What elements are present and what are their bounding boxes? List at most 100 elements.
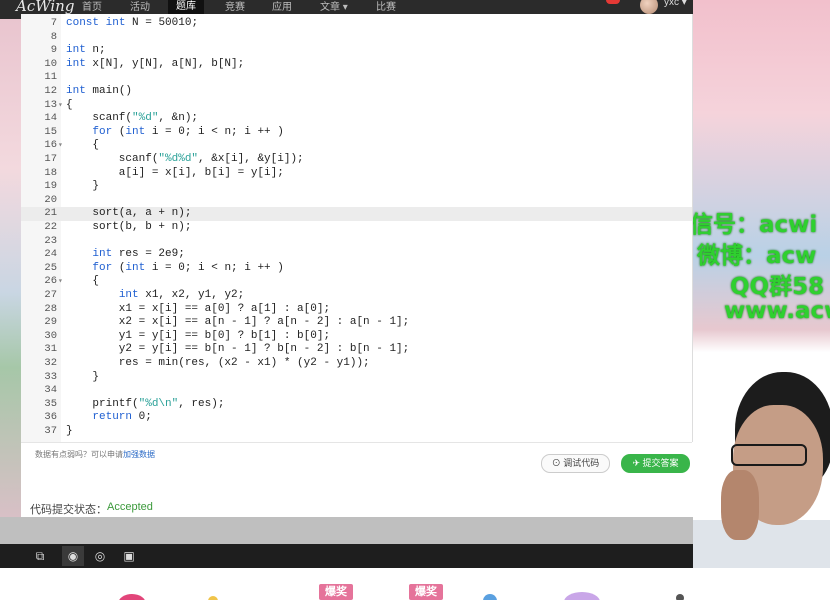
site-logo[interactable]: AcWing: [16, 0, 74, 15]
code-line[interactable]: 12 int main(): [21, 85, 692, 99]
submit-answer-button[interactable]: ✈ 提交答案: [621, 454, 690, 473]
code-line[interactable]: 18 a[i] = x[i], b[i] = y[i];: [21, 167, 692, 181]
code-line[interactable]: 27 int x1, x2, y1, y2;: [21, 289, 692, 303]
code-line[interactable]: 29 x2 = x[i] == a[n - 1] ? a[n - 2] : a[…: [21, 316, 692, 330]
code-line[interactable]: 9 int n;: [21, 44, 692, 58]
code-text: return 0;: [92, 411, 152, 424]
code-text: }: [66, 370, 100, 383]
code-line[interactable]: 22 sort(b, b + n);: [21, 221, 692, 235]
code-text: {: [66, 98, 73, 111]
line-number: 32: [44, 357, 57, 369]
fold-toggle-icon[interactable]: ▾: [58, 99, 63, 113]
code-line[interactable]: 33 }: [21, 371, 692, 385]
code-text: int n;: [66, 44, 106, 57]
code-line[interactable]: 10 int x[N], y[N], a[N], b[N];: [21, 58, 692, 72]
line-number: 16: [44, 139, 57, 152]
line-number: 31: [44, 343, 57, 356]
code-line[interactable]: 23: [21, 235, 692, 249]
sticker-decoration: [483, 594, 497, 600]
task-view-icon[interactable]: ⧉: [32, 548, 48, 564]
webcam-overlay: 微信号：acwi 微博：acw QQ群58 www.acw: [693, 0, 830, 568]
fold-toggle-icon[interactable]: ▾: [58, 139, 63, 153]
code-text: scanf("%d", &n);: [66, 112, 199, 125]
code-text: {: [66, 275, 100, 288]
line-number: 33: [44, 370, 57, 383]
code-line[interactable]: 13 ▾{: [21, 99, 692, 113]
nav-match[interactable]: 比赛: [376, 0, 396, 13]
strengthen-data-link[interactable]: 加强数据: [123, 450, 155, 459]
code-text: y2 = y[i] == b[n - 1] ? b[n - 2] : b[n -…: [66, 343, 410, 356]
code-text: int x[N], y[N], a[N], b[N];: [66, 57, 245, 70]
sticker-decoration: [118, 594, 146, 600]
avatar[interactable]: [640, 0, 658, 14]
code-text: res = min(res, (x2 - x1) * (y2 - y1));: [66, 357, 370, 369]
code-line[interactable]: 20: [21, 194, 692, 208]
code-editor[interactable]: 7 const int N = 50010; 8 9 int n; 10 int x[N],…: [21, 14, 693, 442]
code-line[interactable]: 37}: [21, 425, 692, 439]
status-value: Accepted: [107, 501, 153, 513]
nav-articles[interactable]: 文章 ▾: [320, 0, 348, 13]
debug-code-button[interactable]: ⊙ 调试代码: [541, 454, 610, 473]
code-text: scanf("%d%d", &x[i], &y[i]);: [66, 153, 304, 165]
code-line[interactable]: 21 sort(a, a + n);: [21, 207, 692, 221]
code-line[interactable]: 15 for (int i = 0; i < n; i ++ ): [21, 126, 692, 140]
sticker-decoration: [564, 592, 600, 600]
line-number: 21: [44, 207, 57, 220]
code-text: int x1, x2, y1, y2;: [118, 289, 245, 301]
code-line[interactable]: 25 for (int i = 0; i < n; i ++ ): [21, 262, 692, 276]
code-line[interactable]: 26 ▾ {: [21, 275, 692, 289]
code-line[interactable]: 19 }: [21, 180, 692, 194]
line-number: 36: [44, 411, 57, 424]
fold-toggle-icon[interactable]: ▾: [58, 275, 63, 289]
watermark-qq: QQ群58: [730, 274, 825, 300]
line-number: 29: [44, 316, 57, 329]
code-line[interactable]: 8: [21, 31, 692, 45]
code-text: int main(): [66, 85, 133, 97]
line-number: 19: [44, 180, 57, 193]
bomb-reward-badge: 爆奖: [319, 584, 353, 600]
line-number: 9: [50, 44, 57, 57]
line-number: 26: [44, 275, 57, 288]
code-line[interactable]: 7 const int N = 50010;: [21, 17, 692, 31]
code-line[interactable]: 30 y1 = y[i] == b[0] ? b[1] : b[0];: [21, 330, 692, 344]
code-line[interactable]: 28 x1 = x[i] == a[0] ? a[1] : a[0];: [21, 303, 692, 317]
code-line[interactable]: 31 y2 = y[i] == b[n - 1] ? b[n - 2] : b[…: [21, 343, 692, 357]
person-hand: [721, 470, 759, 540]
line-number: 34: [44, 384, 57, 397]
code-text: y1 = y[i] == b[0] ? b[1] : b[0];: [66, 329, 331, 342]
nav-apps[interactable]: 应用: [272, 0, 292, 13]
line-number: 8: [50, 30, 57, 43]
line-number: 23: [44, 234, 57, 247]
code-line[interactable]: 16 ▾ {: [21, 139, 692, 153]
code-line[interactable]: 36 return 0;: [21, 411, 692, 425]
line-number: 18: [44, 166, 57, 179]
code-line[interactable]: 14 scanf("%d", &n);: [21, 112, 692, 126]
code-line[interactable]: 24 int res = 2e9;: [21, 248, 692, 262]
user-menu[interactable]: yxc ▾: [664, 0, 687, 8]
obs-icon[interactable]: ◎: [92, 548, 108, 564]
code-line[interactable]: 34: [21, 384, 692, 398]
code-text: }: [66, 180, 100, 193]
line-number: 24: [44, 248, 57, 261]
code-line[interactable]: 35 printf("%d\n", res);: [21, 398, 692, 412]
line-number: 10: [44, 57, 57, 70]
nav-contest[interactable]: 竞赛: [225, 0, 245, 13]
notification-badge[interactable]: [606, 0, 620, 4]
chrome-icon[interactable]: ◉: [62, 546, 84, 566]
code-text: printf("%d\n", res);: [66, 397, 225, 410]
line-number: 22: [44, 221, 57, 233]
desktop-wallpaper-left: [0, 19, 21, 517]
code-text: sort(a, a + n);: [66, 207, 192, 220]
app-window-icon[interactable]: ▣: [121, 548, 137, 564]
code-line[interactable]: 32 res = min(res, (x2 - x1) * (y2 - y1))…: [21, 357, 692, 371]
person-glasses: [731, 444, 807, 466]
weak-data-hint: 数据有点弱吗？可以申请加强数据: [35, 450, 155, 459]
code-line[interactable]: 17 scanf("%d%d", &x[i], &y[i]);: [21, 153, 692, 167]
code-line[interactable]: 11: [21, 71, 692, 85]
person-shirt: [693, 520, 830, 568]
window-gap: [0, 517, 693, 544]
nav-activity[interactable]: 活动: [130, 0, 150, 13]
line-number: 7: [50, 17, 57, 29]
nav-home[interactable]: 首页: [82, 0, 102, 13]
line-number: 28: [44, 302, 57, 315]
